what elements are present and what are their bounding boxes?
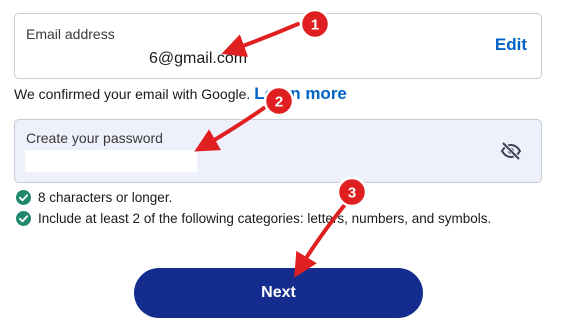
requirement-categories-text: Include at least 2 of the following cate…: [38, 211, 492, 226]
email-value-suffix: 6@gmail.com: [149, 50, 248, 67]
email-field[interactable]: Email address 6@gmail.com Edit: [14, 13, 542, 79]
email-confirmation: We confirmed your email with Google. Lear…: [14, 84, 347, 104]
password-redaction: [25, 150, 197, 172]
edit-email-link[interactable]: Edit: [495, 35, 527, 55]
learn-more-link[interactable]: Learn more: [254, 84, 347, 103]
eye-slash-icon[interactable]: [500, 142, 522, 160]
requirement-length: 8 characters or longer.: [16, 190, 172, 205]
requirement-length-text: 8 characters or longer.: [38, 190, 173, 205]
email-redaction: [26, 49, 149, 65]
password-label: Create your password: [26, 130, 163, 146]
next-button[interactable]: Next: [134, 268, 423, 318]
email-label: Email address: [26, 26, 115, 42]
annotation-number-3: 3: [348, 185, 356, 202]
confirmation-text: We confirmed your email with Google.: [14, 86, 251, 102]
check-circle-icon: [16, 190, 31, 205]
password-field[interactable]: Create your password xwoll: [14, 119, 542, 183]
email-value: 6@gmail.com: [26, 49, 247, 68]
requirement-categories: Include at least 2 of the following cate…: [16, 211, 491, 226]
check-circle-icon: [16, 211, 31, 226]
